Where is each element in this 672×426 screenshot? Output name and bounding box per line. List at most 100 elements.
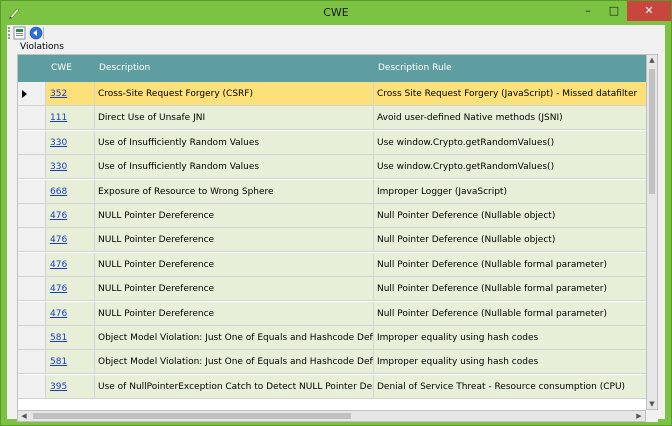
export-icon[interactable] [13,26,27,40]
row-header[interactable] [18,253,46,277]
description-cell: Cross-Site Request Forgery (CSRF) [95,82,374,106]
description-cell: NULL Pointer Dereference [95,253,374,277]
cwe-cell: 352 [46,82,95,106]
table-row[interactable]: 352 Cross-Site Request Forgery (CSRF) Cros… [18,82,647,106]
horizontal-scrollbar[interactable]: ◀ ▶ [17,410,646,422]
description-cell: Direct Use of Unsafe JNI [95,106,374,130]
column-header-cwe[interactable]: CWE [51,55,72,82]
cwe-cell: 395 [46,375,95,399]
scroll-up-arrow[interactable]: ▲ [647,56,657,64]
cwe-link[interactable]: 476 [50,235,67,245]
minimize-button[interactable]: – [575,1,601,21]
title-bar[interactable]: CWE – □ ✕ [1,1,671,25]
row-header[interactable] [18,82,46,106]
cwe-cell: 581 [46,326,95,350]
row-header[interactable] [18,277,46,301]
table-row[interactable]: 581 Object Model Violation: Just One of E… [18,350,647,374]
grid-header: CWE Description Description Rule [18,55,647,82]
description-rule-cell: Null Pointer Deference (Nullable object) [374,228,647,252]
scrollbar-corner [646,410,658,422]
cwe-link[interactable]: 330 [50,162,67,172]
cwe-link[interactable]: 395 [50,382,67,392]
row-header[interactable] [18,155,46,179]
row-header[interactable] [18,350,46,374]
cwe-cell: 476 [46,302,95,326]
cwe-link[interactable]: 581 [50,357,67,367]
column-header-description-rule[interactable]: Description Rule [378,55,452,82]
description-cell: NULL Pointer Dereference [95,302,374,326]
description-cell: Exposure of Resource to Wrong Sphere [95,180,374,204]
scroll-left-arrow[interactable]: ◀ [19,412,29,420]
cwe-cell: 668 [46,180,95,204]
description-rule-cell: Improper equality using hash codes [374,350,647,374]
cwe-cell: 476 [46,253,95,277]
description-cell: Object Model Violation: Just One of Equa… [95,350,374,374]
description-rule-cell: Improper equality using hash codes [374,326,647,350]
cwe-link[interactable]: 476 [50,211,67,221]
table-row[interactable]: 330 Use of Insufficiently Random Values Us… [18,155,647,179]
cwe-cell: 111 [46,106,95,130]
maximize-button[interactable]: □ [601,1,627,21]
table-row[interactable]: 476 NULL Pointer Dereference Null Pointer … [18,277,647,301]
vertical-scrollbar[interactable]: ▲ ▼ [646,54,658,410]
description-cell: NULL Pointer Dereference [95,228,374,252]
table-row[interactable]: 668 Exposure of Resource to Wrong Sphere I… [18,180,647,204]
toolbar [7,25,665,41]
row-header[interactable] [18,302,46,326]
description-rule-cell: Denial of Service Threat - Resource cons… [374,375,647,399]
row-header[interactable] [18,204,46,228]
row-header[interactable] [18,326,46,350]
current-row-arrow-icon [22,90,27,98]
cwe-cell: 330 [46,155,95,179]
description-rule-cell: Improper Logger (JavaScript) [374,180,647,204]
table-row[interactable]: 476 NULL Pointer Dereference Null Pointer … [18,204,647,228]
description-cell: NULL Pointer Dereference [95,204,374,228]
cwe-link[interactable]: 476 [50,309,67,319]
cwe-cell: 476 [46,204,95,228]
description-cell: Use of Insufficiently Random Values [95,155,374,179]
row-header[interactable] [18,131,46,155]
table-row[interactable]: 330 Use of Insufficiently Random Values Us… [18,131,647,155]
row-header[interactable] [18,228,46,252]
vertical-scroll-thumb[interactable] [649,69,655,194]
cwe-link[interactable]: 111 [50,113,67,123]
description-cell: Object Model Violation: Just One of Equa… [95,326,374,350]
cwe-link[interactable]: 330 [50,138,67,148]
cwe-link[interactable]: 668 [50,187,67,197]
scroll-down-arrow[interactable]: ▼ [647,400,657,408]
cwe-link[interactable]: 476 [50,284,67,294]
column-header-description[interactable]: Description [99,55,150,82]
table-row[interactable]: 395 Use of NullPointerException Catch to … [18,375,647,399]
description-rule-cell: Null Pointer Deference (Nullable object) [374,204,647,228]
cwe-cell: 476 [46,277,95,301]
cwe-link[interactable]: 476 [50,260,67,270]
description-rule-cell: Use window.Crypto.getRandomValues() [374,155,647,179]
window-title: CWE [323,6,349,19]
table-row[interactable]: 111 Direct Use of Unsafe JNI Avoid user-de… [18,106,647,130]
row-header[interactable] [18,180,46,204]
table-row[interactable]: 476 NULL Pointer Dereference Null Pointer … [18,228,647,252]
description-cell: Use of Insufficiently Random Values [95,131,374,155]
horizontal-scroll-thumb[interactable] [33,413,351,419]
scroll-right-arrow[interactable]: ▶ [634,412,644,420]
client-area: Violations CWE Description Description R… [7,25,665,422]
description-cell: Use of NullPointerException Catch to Det… [95,375,374,399]
table-row[interactable]: 581 Object Model Violation: Just One of E… [18,326,647,350]
description-cell: NULL Pointer Dereference [95,277,374,301]
row-header[interactable] [18,106,46,130]
cwe-cell: 581 [46,350,95,374]
description-rule-cell: Use window.Crypto.getRandomValues() [374,131,647,155]
cwe-cell: 476 [46,228,95,252]
toolbar-grip [8,27,12,39]
cwe-link[interactable]: 352 [50,89,67,99]
table-row[interactable]: 476 NULL Pointer Dereference Null Pointer … [18,302,647,326]
row-header[interactable] [18,375,46,399]
description-rule-cell: Cross Site Request Forgery (JavaScript) … [374,82,647,106]
description-rule-cell: Null Pointer Deference (Nullable formal … [374,253,647,277]
close-button[interactable]: ✕ [627,1,671,21]
violations-grid[interactable]: CWE Description Description Rule 352 Cros… [17,54,648,412]
cwe-link[interactable]: 581 [50,333,67,343]
table-row[interactable]: 476 NULL Pointer Dereference Null Pointer … [18,253,647,277]
refresh-icon[interactable] [29,26,43,40]
cwe-cell: 330 [46,131,95,155]
